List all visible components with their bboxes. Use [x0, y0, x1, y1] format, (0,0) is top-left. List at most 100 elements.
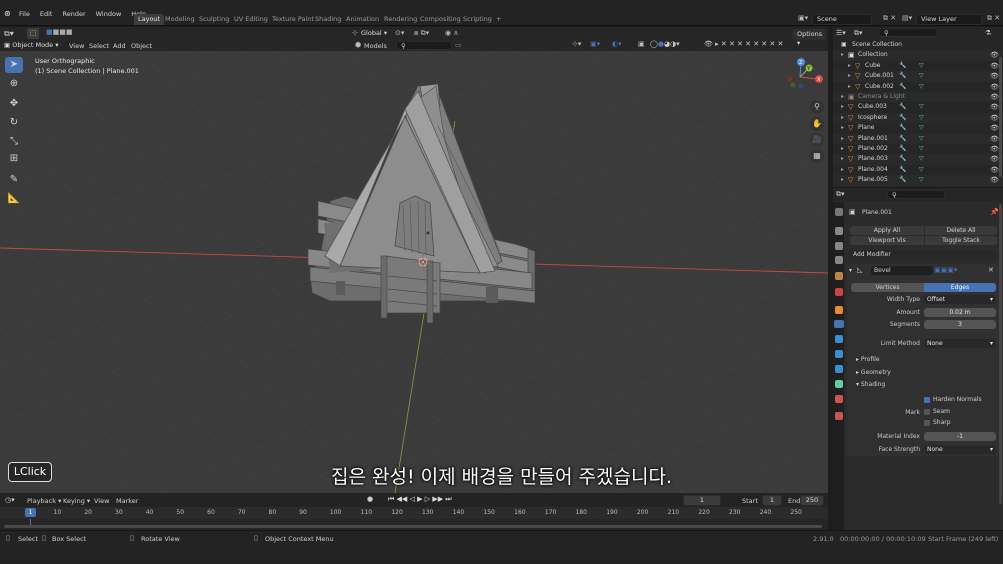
- visibility-eye-icon[interactable]: 👁: [990, 123, 999, 133]
- menu-edit[interactable]: Edit: [35, 10, 58, 18]
- delete-all-button[interactable]: Delete All: [925, 226, 997, 235]
- scale-tool[interactable]: ⤡: [5, 134, 23, 150]
- display-mode-icon[interactable]: ⧉▾: [854, 29, 863, 38]
- view-layer-icon[interactable]: ▤▾: [902, 14, 912, 22]
- pin-icon[interactable]: 📌: [990, 208, 999, 216]
- geometry-subpanel[interactable]: ▸ Geometry: [856, 369, 891, 376]
- gizmo-neg-z[interactable]: [798, 83, 804, 89]
- mesh-data-icon[interactable]: ▽: [919, 102, 924, 112]
- modifier-icon[interactable]: 🔧: [899, 123, 906, 133]
- seam-checkbox[interactable]: [924, 409, 930, 415]
- visibility-eye-icon[interactable]: 👁: [990, 92, 999, 102]
- playback-controls[interactable]: ⏮ ◀◀ ◁ ▶ ▷ ▶▶ ⏭: [388, 495, 452, 504]
- viewport-search-input[interactable]: ⚲: [396, 41, 452, 50]
- visibility-eye-icon[interactable]: 👁: [990, 71, 999, 81]
- gizmo-toggle-icon[interactable]: ⊹▾: [572, 40, 581, 48]
- select-tool-icon[interactable]: ⬚: [27, 28, 39, 39]
- profile-subpanel[interactable]: ▸ Profile: [856, 356, 880, 363]
- frame-ruler[interactable]: 1 10 20 30 40 50 60 70 80 90 100 110 120 130 140 150 16…: [0, 507, 828, 519]
- object-tab-icon[interactable]: [835, 306, 843, 314]
- outliner-editor-icon[interactable]: ☰▾: [836, 29, 846, 37]
- header-menu-view[interactable]: View: [69, 42, 84, 50]
- proportional-edit-icon[interactable]: ◉ ∧: [445, 29, 458, 37]
- end-frame-field[interactable]: 250: [800, 495, 824, 506]
- tab-layout[interactable]: Layout: [134, 14, 165, 25]
- current-frame-field[interactable]: 1: [683, 495, 721, 506]
- apply-all-button[interactable]: Apply All: [850, 226, 924, 235]
- modifier-icon[interactable]: 🔧: [899, 134, 906, 144]
- visibility-eye-icon[interactable]: 👁: [990, 175, 999, 185]
- camera-view-button[interactable]: 🎥: [810, 133, 824, 147]
- measure-tool[interactable]: 📐: [5, 191, 23, 207]
- constraints-tab-icon[interactable]: [835, 365, 843, 373]
- timeline-menu-playback[interactable]: Playback ▾: [27, 497, 61, 505]
- outliner-item[interactable]: ▸ ▣ Collection 👁: [833, 50, 1003, 61]
- options-dropdown[interactable]: Options ▾: [792, 29, 826, 47]
- visibility-eye-icon[interactable]: 👁: [990, 165, 999, 175]
- physics-tab-icon[interactable]: [835, 350, 843, 358]
- modifier-icon[interactable]: 🔧: [899, 71, 906, 81]
- filter-icon[interactable]: ▭: [455, 41, 462, 49]
- harden-normals-checkbox[interactable]: [924, 397, 930, 403]
- orientation-dropdown[interactable]: Global ▾: [361, 29, 387, 37]
- visibility-eye-icon[interactable]: 👁: [990, 50, 999, 60]
- output-tab-icon[interactable]: [835, 242, 843, 250]
- annotate-tool[interactable]: ✎: [5, 172, 23, 188]
- tab-animation[interactable]: Animation: [342, 14, 383, 25]
- outliner-item[interactable]: ▸ ▽ Cube 🔧 ▽ 👁: [833, 61, 1003, 71]
- tab-sculpting[interactable]: Sculpting: [195, 14, 233, 25]
- overlay-icon[interactable]: ◐▾: [612, 40, 622, 48]
- outliner-scrollbar[interactable]: [999, 57, 1002, 177]
- header-menu-object[interactable]: Object: [131, 42, 152, 50]
- collection-filter-icon[interactable]: ⬢: [355, 41, 361, 49]
- modifier-icon[interactable]: 🔧: [899, 154, 906, 164]
- expand-icon[interactable]: ▸: [841, 144, 844, 154]
- outliner-item[interactable]: ▸ ▽ Plane.005 🔧 ▽ 👁: [833, 175, 1003, 186]
- sharp-checkbox[interactable]: [924, 420, 930, 426]
- modifier-icon[interactable]: 🔧: [899, 102, 906, 112]
- expand-icon[interactable]: ▸: [841, 134, 844, 144]
- xray-icon[interactable]: ▣: [638, 40, 645, 48]
- gizmo-neg-x[interactable]: [787, 76, 793, 82]
- zoom-button[interactable]: ⚲: [810, 100, 824, 114]
- add-modifier-dropdown[interactable]: Add Modifier: [850, 250, 997, 259]
- playhead[interactable]: 1: [25, 508, 36, 517]
- menu-render[interactable]: Render: [57, 10, 90, 18]
- mesh-data-icon[interactable]: ▽: [919, 113, 924, 123]
- outliner-search-input[interactable]: ⚲: [879, 28, 937, 37]
- header-menu-add[interactable]: Add: [113, 42, 126, 50]
- expand-icon[interactable]: ▸: [841, 113, 844, 123]
- mode-selector[interactable]: ▣ Object Mode ▾: [4, 41, 59, 49]
- outliner-filter-icon[interactable]: ⚗: [985, 29, 991, 37]
- timeline-editor-icon[interactable]: ◷▾: [5, 496, 15, 504]
- mesh-data-icon[interactable]: ▽: [919, 175, 924, 185]
- 3d-viewport[interactable]: X Z Y User Orthographic (1) Scene Collec…: [0, 51, 828, 493]
- header-menu-select[interactable]: Select: [89, 42, 109, 50]
- mesh-data-icon[interactable]: ▽: [919, 165, 924, 175]
- viewport-vis-button[interactable]: Viewport Vis: [850, 236, 924, 245]
- blender-logo-icon[interactable]: ⊛: [4, 9, 11, 18]
- tab-modeling[interactable]: Modeling: [161, 14, 199, 25]
- tab-shading[interactable]: Shading: [311, 14, 345, 25]
- outliner-item[interactable]: ▸ ▽ Cube.003 🔧 ▽ 👁: [833, 102, 1003, 112]
- expand-icon[interactable]: ▸: [841, 102, 844, 112]
- tab-uv-editing[interactable]: UV Editing: [230, 14, 272, 25]
- viewport-gizmo-icon[interactable]: ▣▾: [590, 40, 600, 48]
- properties-scrollbar[interactable]: [999, 204, 1002, 504]
- modifier-icon[interactable]: 🔧: [899, 113, 906, 123]
- editor-type-icon[interactable]: ⧉▾: [4, 29, 14, 39]
- modifier-icon[interactable]: 🔧: [899, 175, 906, 185]
- record-icon[interactable]: ●: [367, 495, 373, 503]
- modifier-tab-icon[interactable]: [834, 320, 844, 328]
- affect-vertices-button[interactable]: Vertices: [851, 283, 924, 292]
- visibility-eye-icon[interactable]: 👁: [990, 102, 999, 112]
- outliner-item[interactable]: ▸ ▽ Plane.003 🔧 ▽ 👁: [833, 154, 1003, 165]
- visibility-eye-icon[interactable]: 👁: [990, 82, 999, 92]
- world-tab-icon[interactable]: [835, 288, 843, 296]
- mesh-data-icon[interactable]: ▽: [919, 82, 924, 92]
- view-layer-tab-icon[interactable]: [835, 256, 843, 264]
- toggle-stack-button[interactable]: Toggle Stack: [925, 236, 997, 245]
- start-frame-field[interactable]: 1: [762, 495, 782, 506]
- expand-icon[interactable]: ▸: [841, 154, 844, 164]
- view-layer-close-icon[interactable]: ⧉ ✕: [987, 14, 1000, 23]
